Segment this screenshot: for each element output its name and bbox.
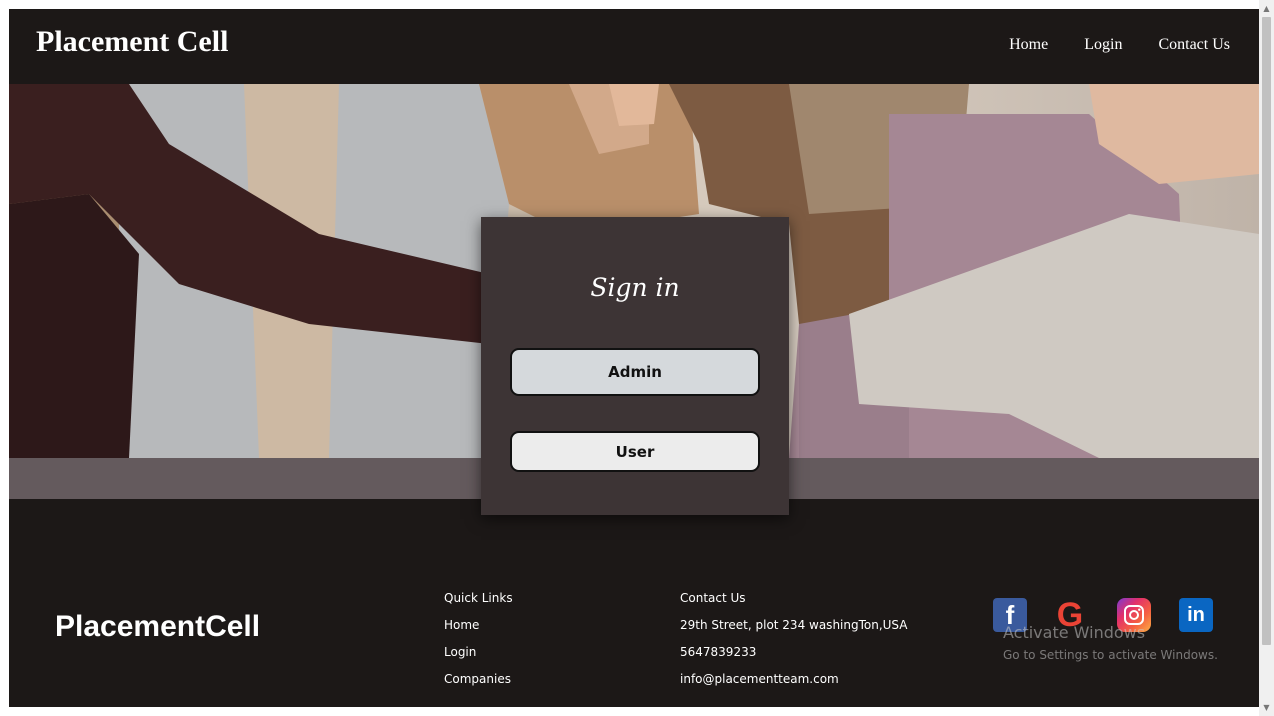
footer-contact: Contact Us 29th Street, plot 234 washing… xyxy=(680,591,907,699)
footer-companies-link[interactable]: Companies xyxy=(444,672,511,686)
admin-signin-button[interactable]: Admin xyxy=(510,348,760,396)
quick-links-heading: Quick Links xyxy=(444,591,513,605)
top-navbar: Placement Cell Home Login Contact Us xyxy=(9,9,1259,84)
footer-logo: PlacementCell xyxy=(55,610,261,643)
scroll-up-arrow-icon[interactable]: ▲ xyxy=(1259,0,1274,17)
page: Placement Cell Home Login Contact Us Sig… xyxy=(9,9,1259,707)
scroll-down-arrow-icon[interactable]: ▼ xyxy=(1259,699,1274,716)
contact-address: 29th Street, plot 234 washingTon,USA xyxy=(680,618,908,632)
nav-contact-link[interactable]: Contact Us xyxy=(1158,36,1230,54)
contact-phone: 5647839233 xyxy=(680,645,757,659)
signin-card: Sign in Admin User xyxy=(481,217,789,515)
nav-home-link[interactable]: Home xyxy=(1009,36,1048,54)
contact-email: info@placementteam.com xyxy=(680,672,839,686)
watermark-line2: Go to Settings to activate Windows. xyxy=(1003,648,1218,662)
nav-login-link[interactable]: Login xyxy=(1084,36,1122,54)
footer-home-link[interactable]: Home xyxy=(444,618,479,632)
windows-activation-watermark: Activate Windows Go to Settings to activ… xyxy=(1003,623,1218,662)
signin-title: Sign in xyxy=(590,273,680,302)
footer-quick-links: Quick Links Home Login Companies xyxy=(444,591,513,699)
vertical-scrollbar[interactable]: ▲ ▼ xyxy=(1259,0,1274,716)
watermark-line1: Activate Windows xyxy=(1003,623,1146,642)
brand-logo[interactable]: Placement Cell xyxy=(36,25,228,59)
scrollbar-thumb[interactable] xyxy=(1262,17,1271,645)
footer-login-link[interactable]: Login xyxy=(444,645,476,659)
nav-links: Home Login Contact Us xyxy=(1009,36,1230,54)
contact-heading: Contact Us xyxy=(680,591,746,605)
user-signin-button[interactable]: User xyxy=(510,431,760,472)
